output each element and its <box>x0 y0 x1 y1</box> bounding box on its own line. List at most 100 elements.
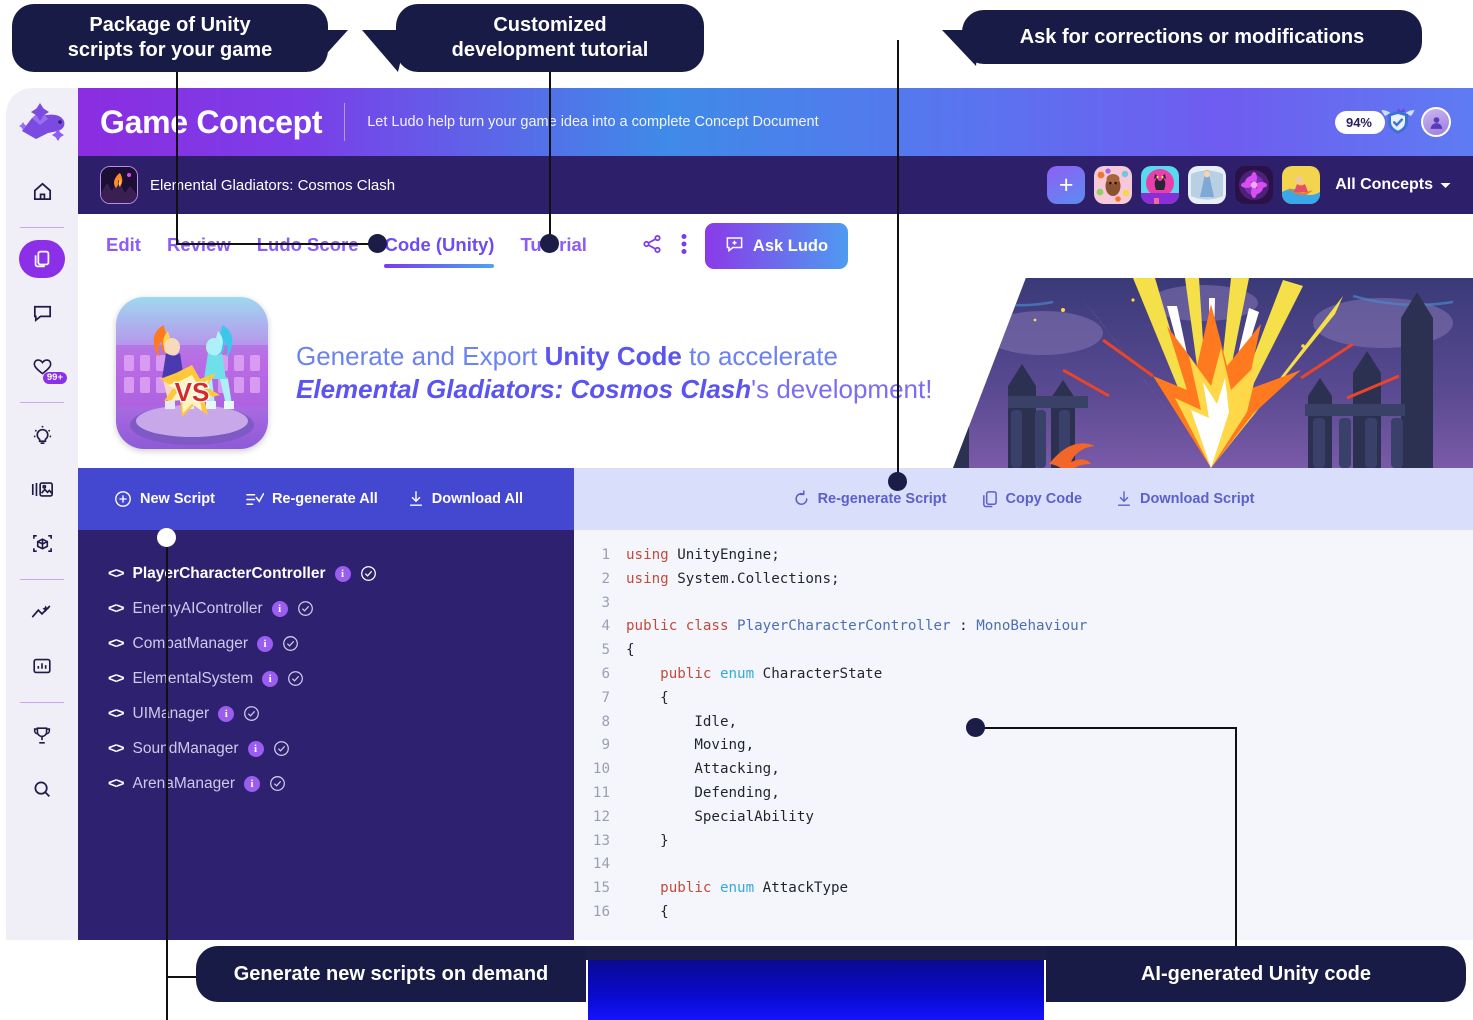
new-script-button[interactable]: New Script <box>114 490 215 508</box>
sidebar-item-search[interactable] <box>19 769 65 809</box>
download-script-button[interactable]: Download Script <box>1116 490 1254 508</box>
sidebar-item-chat[interactable] <box>19 292 65 332</box>
regenerate-all-button[interactable]: Re-generate All <box>245 491 378 508</box>
sidebar-item-3d-assets[interactable] <box>19 523 65 563</box>
code-line: 5{ <box>574 639 1473 663</box>
code-brackets-icon: <> <box>108 705 125 722</box>
info-icon[interactable]: i <box>262 670 279 687</box>
scripts-toolbar: New Script Re-generate All Download All <box>78 468 574 530</box>
rail-divider <box>20 402 64 403</box>
user-avatar-icon[interactable] <box>1421 107 1451 137</box>
share-icon[interactable] <box>641 233 663 260</box>
list-item[interactable]: <> SoundManager i <box>108 731 574 766</box>
code-brackets-icon: <> <box>108 565 125 582</box>
info-icon[interactable]: i <box>244 775 261 792</box>
code-line-number: 8 <box>601 713 610 730</box>
leader-line-unity-package-h <box>176 243 378 245</box>
all-concepts-dropdown[interactable]: All Concepts <box>1335 176 1451 194</box>
rail-divider <box>20 702 64 703</box>
sidebar-item-analytics[interactable] <box>19 646 65 686</box>
code-line-text: { <box>626 642 635 659</box>
code-line-text: Idle, <box>626 713 738 730</box>
info-icon[interactable]: i <box>218 705 235 722</box>
more-vertical-icon[interactable] <box>681 233 687 260</box>
code-line: 13 } <box>574 830 1473 854</box>
list-item[interactable]: <> UIManager i <box>108 696 574 731</box>
code-line-number: 13 <box>592 832 610 849</box>
code-line: 8 Idle, <box>574 711 1473 735</box>
list-item[interactable]: <> EnemyAIController i <box>108 591 574 626</box>
regenerate-script-button[interactable]: Re-generate Script <box>793 490 947 508</box>
download-icon <box>1117 491 1131 506</box>
list-item[interactable]: <> ElementalSystem i <box>108 661 574 696</box>
code-line-number: 4 <box>601 618 610 635</box>
header-right-group: 94% <box>1334 106 1451 138</box>
sidebar-item-concepts[interactable] <box>19 240 65 278</box>
regenerate-all-label: Re-generate All <box>271 491 378 507</box>
script-name: ElementalSystem <box>132 669 254 687</box>
download-all-button[interactable]: Download All <box>408 490 523 508</box>
code-line: 9 Moving, <box>574 734 1473 758</box>
check-circle-icon <box>360 566 376 581</box>
sidebar-item-ideas[interactable] <box>19 415 65 455</box>
hero-artwork <box>953 278 1473 468</box>
code-brackets-icon: <> <box>108 635 125 652</box>
list-item[interactable]: <> ArenaManager i <box>108 766 574 801</box>
info-icon[interactable]: i <box>247 740 264 757</box>
ask-ludo-label: Ask Ludo <box>752 236 829 255</box>
list-item[interactable]: <> PlayerCharacterController i <box>108 556 574 591</box>
leader-line-ai-code-h <box>975 727 1237 729</box>
concept-thumb-flower[interactable] <box>1235 166 1274 204</box>
screenshot-root: 99+ Game Concept Let Ludo help turn your… <box>0 0 1473 1020</box>
rail-divider <box>20 579 64 580</box>
concept-thumb-princess[interactable] <box>1188 166 1227 204</box>
anchor-dot-corrections <box>888 472 907 491</box>
sidebar-item-favorites[interactable]: 99+ <box>19 346 67 386</box>
info-icon[interactable]: i <box>271 600 288 617</box>
left-nav-rail: 99+ <box>6 88 78 940</box>
ask-ludo-button[interactable]: Ask Ludo <box>704 223 849 269</box>
tab-edit[interactable]: Edit <box>106 234 141 259</box>
script-name: CombatManager <box>132 634 248 652</box>
code-line: 10 Attacking, <box>574 758 1473 782</box>
regenerate-list-icon <box>246 492 264 505</box>
check-circle-icon <box>297 601 313 616</box>
code-line: 15 public enum AttackType <box>574 877 1473 901</box>
current-concept-thumbnail[interactable] <box>100 166 138 204</box>
list-item[interactable]: <> CombatManager i <box>108 626 574 661</box>
copy-code-button[interactable]: Copy Code <box>981 490 1082 508</box>
verified-shield-icon <box>1381 106 1415 138</box>
add-concept-button[interactable]: + <box>1047 166 1086 204</box>
new-script-label: New Script <box>140 491 215 507</box>
main-column: Game Concept Let Ludo help turn your gam… <box>78 88 1473 940</box>
tab-code-unity[interactable]: Code (Unity) <box>384 234 494 268</box>
hero-line-1: Generate and Export Unity Code to accele… <box>296 340 932 373</box>
code-line-number: 10 <box>592 761 610 778</box>
ludo-score-badge[interactable]: 94% <box>1334 110 1385 134</box>
sidebar-item-trends[interactable] <box>19 592 65 632</box>
code-line-text: Moving, <box>626 737 755 754</box>
leader-line-unity-package-v <box>176 62 178 244</box>
concept-thumb-surf[interactable] <box>1282 166 1321 204</box>
code-viewer[interactable]: 1 using UnityEngine; 2 using System.Collect… <box>574 530 1473 940</box>
concept-thumb-cat[interactable] <box>1141 166 1180 204</box>
code-brackets-icon: <> <box>108 740 125 757</box>
sidebar-item-gallery[interactable] <box>19 469 65 509</box>
code-line-text: Attacking, <box>626 761 780 778</box>
concept-thumb-candy[interactable] <box>1094 166 1133 204</box>
page-title: Game Concept <box>100 103 323 140</box>
sidebar-item-home[interactable] <box>19 171 65 211</box>
plus-circle-icon <box>115 491 131 507</box>
info-icon[interactable]: i <box>334 565 351 582</box>
code-line: 11 Defending, <box>574 782 1473 806</box>
refresh-icon <box>794 490 808 505</box>
code-line-number: 1 <box>601 547 610 563</box>
code-line: 6 public enum CharacterState <box>574 663 1473 687</box>
hero-line-2: Elemental Gladiators: Cosmos Clash's dev… <box>296 373 932 406</box>
ludo-logo-icon[interactable] <box>14 96 70 152</box>
code-line: 3 <box>574 592 1473 616</box>
info-icon[interactable]: i <box>256 635 273 652</box>
sidebar-item-top-charts[interactable] <box>19 715 65 755</box>
tab-ludo-score[interactable]: Ludo Score <box>257 234 359 259</box>
